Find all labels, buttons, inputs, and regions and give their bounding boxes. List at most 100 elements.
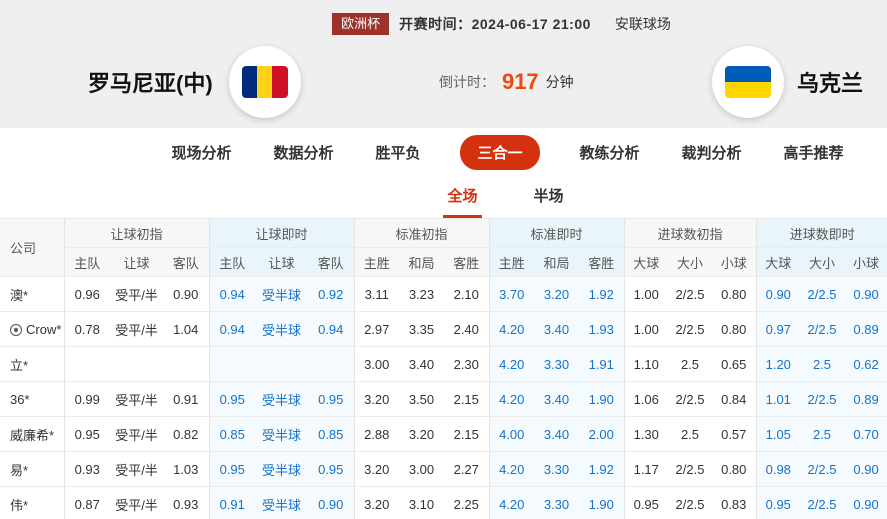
odds-cell: 4.20 (488, 486, 534, 519)
column-header: 大球 (623, 247, 668, 277)
period-tab-2[interactable]: 半场 (530, 185, 568, 218)
nav-item-5[interactable]: 教练分析 (578, 135, 642, 170)
home-team-name: 罗马尼亚(中) (88, 70, 213, 96)
odds-row: 伟* 0.87 受平/半 0.93 0.91 受半球 0.90 3.20 3.10 2.25 4.2… (0, 486, 887, 519)
odds-cell: 2.97 (353, 311, 399, 347)
odds-cell: 1.90 (579, 486, 624, 519)
odds-cell: 受半球 (255, 381, 308, 417)
odds-cell: 2/2.5 (668, 451, 712, 487)
odds-cell: 0.83 (712, 486, 757, 519)
odds-cell: 2.5 (800, 346, 845, 382)
column-header: 客胜 (579, 247, 624, 277)
odds-cell: 3.40 (534, 416, 579, 452)
column-header: 和局 (399, 247, 444, 277)
column-group-header-6: 进球数即时 (755, 218, 887, 248)
column-header: 小球 (844, 247, 887, 277)
odds-cell: 3.40 (399, 346, 444, 382)
odds-cell: 1.92 (579, 451, 624, 487)
company-label: 伟* (10, 497, 29, 513)
home-team-flag-icon (228, 45, 301, 118)
odds-cell: 3.00 (353, 346, 399, 382)
odds-cell: 受平/半 (110, 416, 163, 452)
column-header: 小球 (712, 247, 757, 277)
home-team: 罗马尼亚(中) (88, 45, 301, 118)
away-team: 乌克兰 (711, 45, 863, 118)
odds-cell: 0.93 (163, 486, 209, 519)
company-column-header: 公司 (0, 218, 64, 277)
column-header: 大球 (755, 247, 801, 277)
odds-cell: 1.06 (623, 381, 668, 417)
odds-cell: 受半球 (255, 416, 308, 452)
odds-cell: 0.62 (844, 346, 887, 382)
main-nav-items: 现场分析 数据分析 胜平负 三合一 教练分析 裁判分析 高手推荐 (169, 134, 846, 170)
odds-cell: 1.92 (579, 276, 624, 312)
column-header: 主胜 (353, 247, 399, 277)
odds-cell: 0.93 (63, 451, 110, 487)
odds-cell: 0.89 (844, 311, 887, 347)
odds-cell: 2.5 (668, 346, 712, 382)
odds-cell: 受平/半 (110, 451, 163, 487)
odds-cell: 0.87 (63, 486, 110, 519)
column-group-header-4: 标准即时 (488, 218, 624, 248)
odds-cell: 1.03 (163, 451, 209, 487)
odds-cell: 1.10 (623, 346, 668, 382)
odds-cell: 2/2.5 (800, 451, 845, 487)
odds-cell: 受半球 (255, 276, 308, 312)
column-header: 主队 (208, 247, 255, 277)
odds-cell: 0.80 (712, 311, 757, 347)
company-name: 立* (0, 346, 64, 382)
odds-cell: 3.50 (399, 381, 444, 417)
odds-cell: 0.90 (308, 486, 354, 519)
odds-cell: 2/2.5 (668, 311, 712, 347)
venue-name: 安联球场 (614, 15, 671, 32)
column-header: 主胜 (488, 247, 534, 277)
column-header: 主队 (63, 247, 110, 277)
odds-cell: 3.40 (534, 381, 579, 417)
odds-cell: 4.20 (488, 346, 534, 382)
odds-cell: 0.90 (844, 276, 887, 312)
odds-cell: 0.94 (308, 311, 354, 347)
nav-item-3[interactable]: 胜平负 (373, 135, 422, 170)
kickoff-time: 开赛时间：2024-06-17 21:00 (399, 14, 591, 34)
column-group-header-3: 标准初指 (353, 218, 489, 248)
odds-cell: 0.82 (163, 416, 209, 452)
odds-row: Crow* 0.78 受平/半 1.04 0.94 受半球 0.94 2.97 3.35 2.40… (0, 311, 887, 347)
nav-item-6[interactable]: 裁判分析 (680, 135, 744, 170)
odds-row: 36* 0.99 受平/半 0.91 0.95 受半球 0.95 3.20 3.50 2.15 4.… (0, 381, 887, 417)
odds-cell: 0.95 (623, 486, 668, 519)
nav-item-2[interactable]: 数据分析 (271, 135, 335, 170)
odds-cell: 0.85 (208, 416, 255, 452)
nav-item-7[interactable]: 高手推荐 (782, 135, 846, 170)
company-name: 澳* (0, 276, 64, 312)
column-header: 客队 (163, 247, 209, 277)
odds-cell: 0.94 (208, 276, 255, 312)
period-tab-1[interactable]: 全场 (443, 185, 482, 218)
countdown-label: 倒计时： (438, 73, 495, 90)
company-name: 易* (0, 451, 64, 487)
column-group-header-1: 让球初指 (63, 218, 209, 248)
odds-cell: 受半球 (255, 486, 308, 519)
odds-cell: 0.89 (844, 381, 887, 417)
company-label: 澳* (10, 287, 29, 303)
nav-item-1[interactable]: 现场分析 (169, 135, 233, 170)
odds-cell: 0.95 (308, 451, 354, 487)
column-group-header-2: 让球即时 (208, 218, 354, 248)
odds-cell: 受半球 (255, 451, 308, 487)
column-header: 和局 (534, 247, 579, 277)
teams-row: 罗马尼亚(中) 倒计时： 917 分钟 乌克兰 (0, 45, 887, 118)
odds-cell: 4.00 (488, 416, 534, 452)
odds-row: 易* 0.93 受平/半 1.03 0.95 受半球 0.95 3.20 3.00 2.27 4.2… (0, 451, 887, 487)
odds-cell: 3.00 (399, 451, 444, 487)
odds-cell: 0.95 (63, 416, 110, 452)
column-header: 客队 (308, 247, 354, 277)
company-label: Crow* (26, 321, 62, 337)
odds-cell: 2/2.5 (800, 311, 845, 347)
odds-cell: 2/2.5 (668, 381, 712, 417)
nav-item-4[interactable]: 三合一 (460, 134, 540, 170)
odds-table-header: 公司 让球初指 让球即时 标准初指 标准即时 进球数初指 进球数即时 主队 让球 客队 主队 让球客… (0, 218, 887, 277)
odds-cell: 3.23 (399, 276, 444, 312)
countdown: 倒计时： 917 分钟 (301, 69, 712, 95)
romania-flag-icon (241, 65, 288, 98)
company-name: 伟* (0, 486, 64, 519)
company-name: 威廉希* (0, 416, 64, 452)
